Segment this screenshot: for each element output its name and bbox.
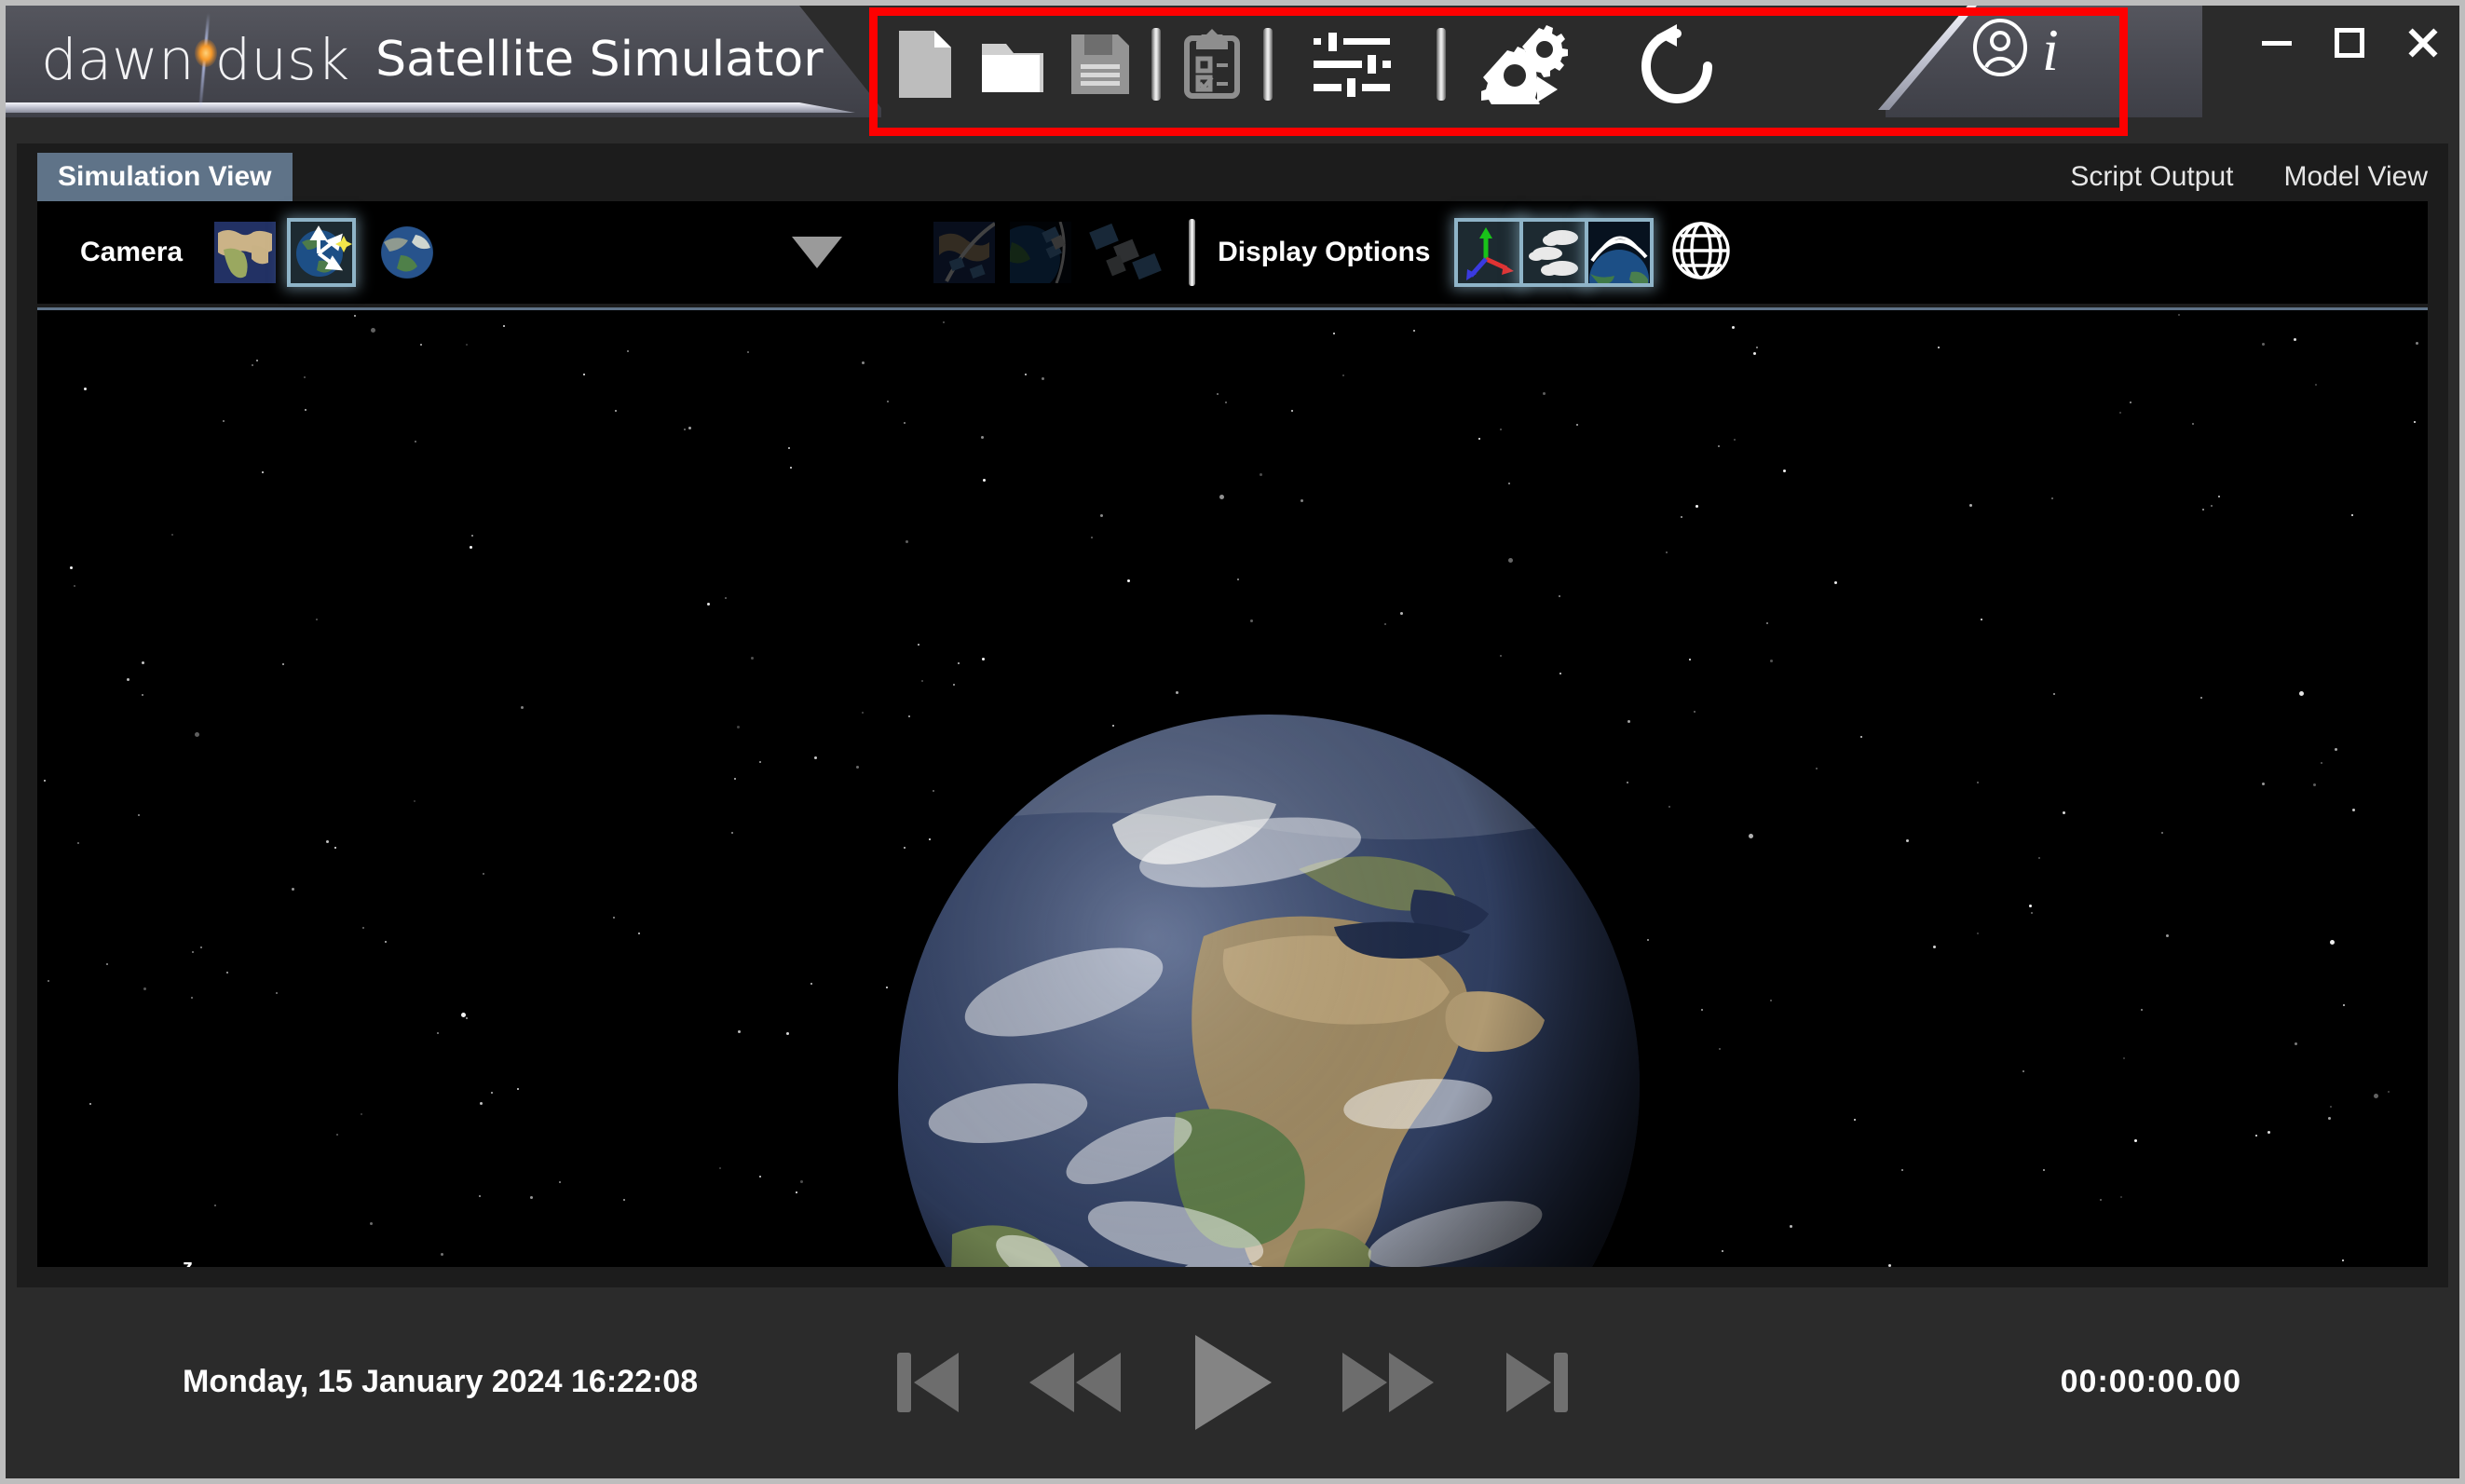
toolbar-separator-1	[1151, 28, 1161, 101]
maximize-icon	[2335, 28, 2364, 58]
close-button[interactable]	[2402, 22, 2443, 63]
camera-satellite-view-button[interactable]	[1086, 222, 1167, 283]
camera-satellite-view-icon	[1089, 223, 1162, 280]
camera-label: Camera	[80, 237, 184, 267]
skip-to-end-button[interactable]	[1501, 1338, 1572, 1427]
camera-orbit-track-icon	[933, 222, 996, 283]
camera-globe-icon	[380, 225, 434, 279]
skip-to-start-button[interactable]	[893, 1338, 964, 1427]
display-options-label: Display Options	[1218, 237, 1431, 267]
tab-simulation-view[interactable]: Simulation View	[37, 153, 293, 201]
axis-indicator-svg: z y x	[183, 1255, 193, 1267]
display-orbit-button[interactable]	[1588, 222, 1651, 283]
axis-indicator: z y x	[149, 1255, 345, 1267]
application-window: dawn dusk Satellite Simulator i Simulati…	[0, 0, 2465, 1484]
save-floppy-icon	[1071, 34, 1129, 94]
toolbar-separator-3	[1437, 28, 1446, 101]
camera-inertial-frame-button[interactable]	[291, 222, 353, 283]
camera-inertial-axes-icon	[296, 225, 353, 277]
run-simulation-button[interactable]	[1453, 21, 1602, 107]
reset-button[interactable]	[1602, 21, 1751, 107]
new-file-button[interactable]	[881, 21, 969, 107]
display-grid-button[interactable]	[1670, 220, 1732, 286]
simulation-panel: Simulation View Script Output Model View…	[17, 143, 2448, 1287]
window-controls	[2256, 15, 2443, 71]
open-folder-icon	[982, 44, 1043, 92]
view-toolbar: Camera Display Options	[37, 201, 2428, 304]
simulation-datetime: Monday, 15 January 2024 16:22:08	[183, 1364, 699, 1399]
brand-banner-edge	[6, 102, 855, 113]
play-button[interactable]	[1188, 1334, 1277, 1430]
sun-flare-icon	[194, 19, 217, 101]
new-file-icon	[899, 31, 951, 98]
brand-logo: dawn dusk Satellite Simulator	[41, 19, 824, 101]
toolbar-separator-2	[1263, 28, 1273, 101]
brand-dawn-text: dawn	[41, 26, 195, 93]
minimize-button[interactable]	[2256, 22, 2297, 63]
camera-dropdown-button[interactable]	[792, 237, 843, 268]
rewind-button[interactable]	[1028, 1338, 1124, 1427]
skip-to-start-icon	[897, 1352, 959, 1412]
display-orbit-icon	[1588, 222, 1651, 283]
playback-bar: Monday, 15 January 2024 16:22:08 00:00:0…	[17, 1291, 2448, 1473]
play-icon	[1195, 1334, 1272, 1430]
fast-forward-icon	[1342, 1352, 1434, 1412]
3d-viewport[interactable]: z y x Inertial	[37, 307, 2428, 1267]
camera-orbit-track-button[interactable]	[933, 222, 996, 283]
rewind-icon	[1029, 1352, 1121, 1412]
display-axes-icon	[1466, 227, 1515, 280]
transport-controls	[893, 1334, 1572, 1430]
elapsed-time: 00:00:00.00	[2060, 1364, 2241, 1399]
view-tab-bar: Simulation View Script Output Model View	[17, 143, 2448, 201]
app-title: Satellite Simulator	[375, 32, 824, 88]
sliders-icon	[1314, 33, 1391, 97]
tab-script-output[interactable]: Script Output	[2070, 161, 2233, 193]
display-axes-button[interactable]	[1458, 222, 1520, 283]
tab-model-view[interactable]: Model View	[2283, 161, 2428, 193]
camera-limb-view-icon	[1010, 222, 1072, 283]
fast-forward-button[interactable]	[1341, 1338, 1437, 1427]
account-circle-icon	[1973, 19, 2027, 76]
camera-flat-map-button[interactable]	[214, 222, 277, 283]
settings-button[interactable]	[1280, 21, 1429, 107]
display-clouds-icon	[1529, 230, 1579, 276]
account-button[interactable]	[1971, 19, 2029, 81]
gears-run-icon	[1481, 25, 1568, 104]
mission-tasks-button[interactable]	[1168, 21, 1256, 107]
maximize-button[interactable]	[2329, 22, 2370, 63]
view-toolbar-separator	[1189, 219, 1196, 286]
info-button[interactable]: i	[2042, 20, 2059, 79]
camera-flat-map-icon	[214, 222, 277, 283]
z-axis-label: z	[183, 1260, 193, 1267]
open-folder-button[interactable]	[969, 21, 1056, 107]
user-area: i	[1971, 19, 2059, 81]
close-icon	[2405, 26, 2439, 60]
minimize-icon	[2262, 40, 2292, 46]
main-toolbar	[881, 13, 1751, 116]
camera-limb-view-button[interactable]	[1010, 222, 1072, 283]
reset-arrow-icon	[1641, 24, 1712, 103]
save-button[interactable]	[1056, 21, 1144, 107]
skip-to-end-icon	[1506, 1352, 1568, 1412]
camera-globe-button[interactable]	[376, 222, 438, 283]
secondary-tabs: Script Output Model View	[2070, 153, 2428, 201]
display-clouds-button[interactable]	[1523, 222, 1586, 283]
display-grid-icon	[1672, 221, 1731, 279]
brand-dusk-text: dusk	[214, 26, 350, 93]
clipboard-tasks-icon	[1184, 29, 1240, 99]
title-bar: dawn dusk Satellite Simulator i	[6, 6, 2459, 136]
